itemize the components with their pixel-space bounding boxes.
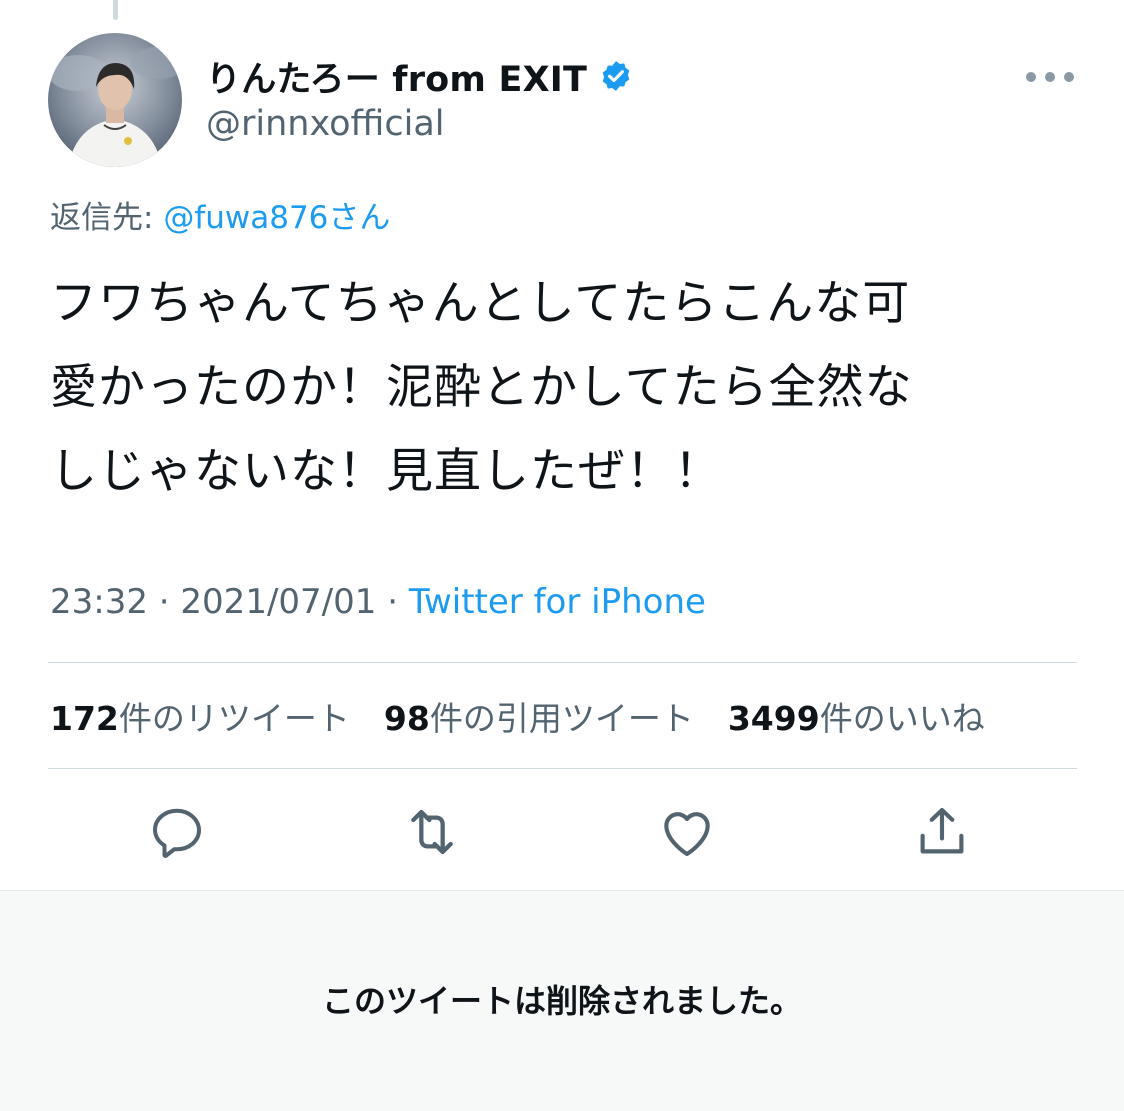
retweet-button[interactable] bbox=[400, 800, 464, 864]
tweet-stats: 172件のリツイート 98件の引用ツイート 3499件のいいね bbox=[50, 692, 985, 740]
retweet-count-label: 件のリツイート bbox=[118, 699, 350, 738]
like-count-stat[interactable]: 3499件のいいね bbox=[728, 692, 985, 740]
divider bbox=[48, 662, 1077, 663]
tweet-date[interactable]: 2021/07/01 bbox=[180, 582, 376, 622]
author-handle[interactable]: @rinnxofficial bbox=[206, 104, 445, 144]
more-dot bbox=[1064, 72, 1074, 82]
tweet-text-line: フワちゃんてちゃんとしてたらこんな可 bbox=[50, 276, 911, 331]
retweet-icon bbox=[411, 809, 453, 855]
quote-count-label: 件の引用ツイート bbox=[429, 699, 694, 738]
tweet-text-line: しじゃないな！見直したぜ！！ bbox=[50, 444, 722, 499]
reply-button[interactable] bbox=[145, 800, 209, 864]
action-bar bbox=[0, 800, 1124, 864]
thread-connector-line bbox=[113, 0, 118, 20]
tweet-meta: 23:32 · 2021/07/01 · Twitter for iPhone bbox=[50, 582, 706, 622]
tweet-text-line: 愛かったのか！泥酔とかしてたら全然な bbox=[50, 360, 913, 415]
like-button[interactable] bbox=[655, 800, 719, 864]
share-button[interactable] bbox=[910, 800, 974, 864]
avatar[interactable] bbox=[48, 33, 182, 167]
share-icon bbox=[920, 807, 964, 854]
verified-badge-icon bbox=[599, 59, 633, 93]
deleted-tweet-notice: このツイートは削除されました。 bbox=[321, 982, 802, 1020]
like-count: 3499 bbox=[727, 699, 820, 738]
reply-icon bbox=[153, 808, 201, 858]
heart-icon bbox=[664, 812, 710, 857]
divider bbox=[48, 768, 1077, 769]
more-options-icon[interactable] bbox=[1026, 70, 1074, 84]
tweet-time[interactable]: 23:32 bbox=[50, 582, 148, 622]
reply-to-mention[interactable]: @fuwa876さん bbox=[163, 200, 390, 236]
tweet-source[interactable]: Twitter for iPhone bbox=[409, 582, 706, 622]
reply-to-line: 返信先: @fuwa876さん bbox=[50, 192, 390, 237]
quote-count: 98 bbox=[383, 699, 430, 738]
author-display-name[interactable]: りんたろー from EXIT bbox=[206, 51, 587, 102]
retweet-count-stat[interactable]: 172件のリツイート bbox=[50, 692, 350, 740]
tweet-text: フワちゃんてちゃんとしてたらこんな可 愛かったのか！泥酔とかしてたら全然な しじ… bbox=[50, 262, 1070, 514]
like-count-label: 件のいいね bbox=[819, 699, 985, 738]
retweet-count: 172 bbox=[50, 699, 119, 738]
author-name-row[interactable]: りんたろー from EXIT bbox=[206, 50, 633, 102]
more-dot bbox=[1045, 72, 1055, 82]
avatar-image bbox=[48, 33, 182, 167]
meta-separator: · bbox=[376, 582, 409, 622]
reply-to-prefix: 返信先: bbox=[50, 200, 164, 236]
meta-separator: · bbox=[147, 582, 181, 622]
quote-count-stat[interactable]: 98件の引用ツイート bbox=[384, 692, 694, 740]
more-dot bbox=[1026, 72, 1036, 82]
